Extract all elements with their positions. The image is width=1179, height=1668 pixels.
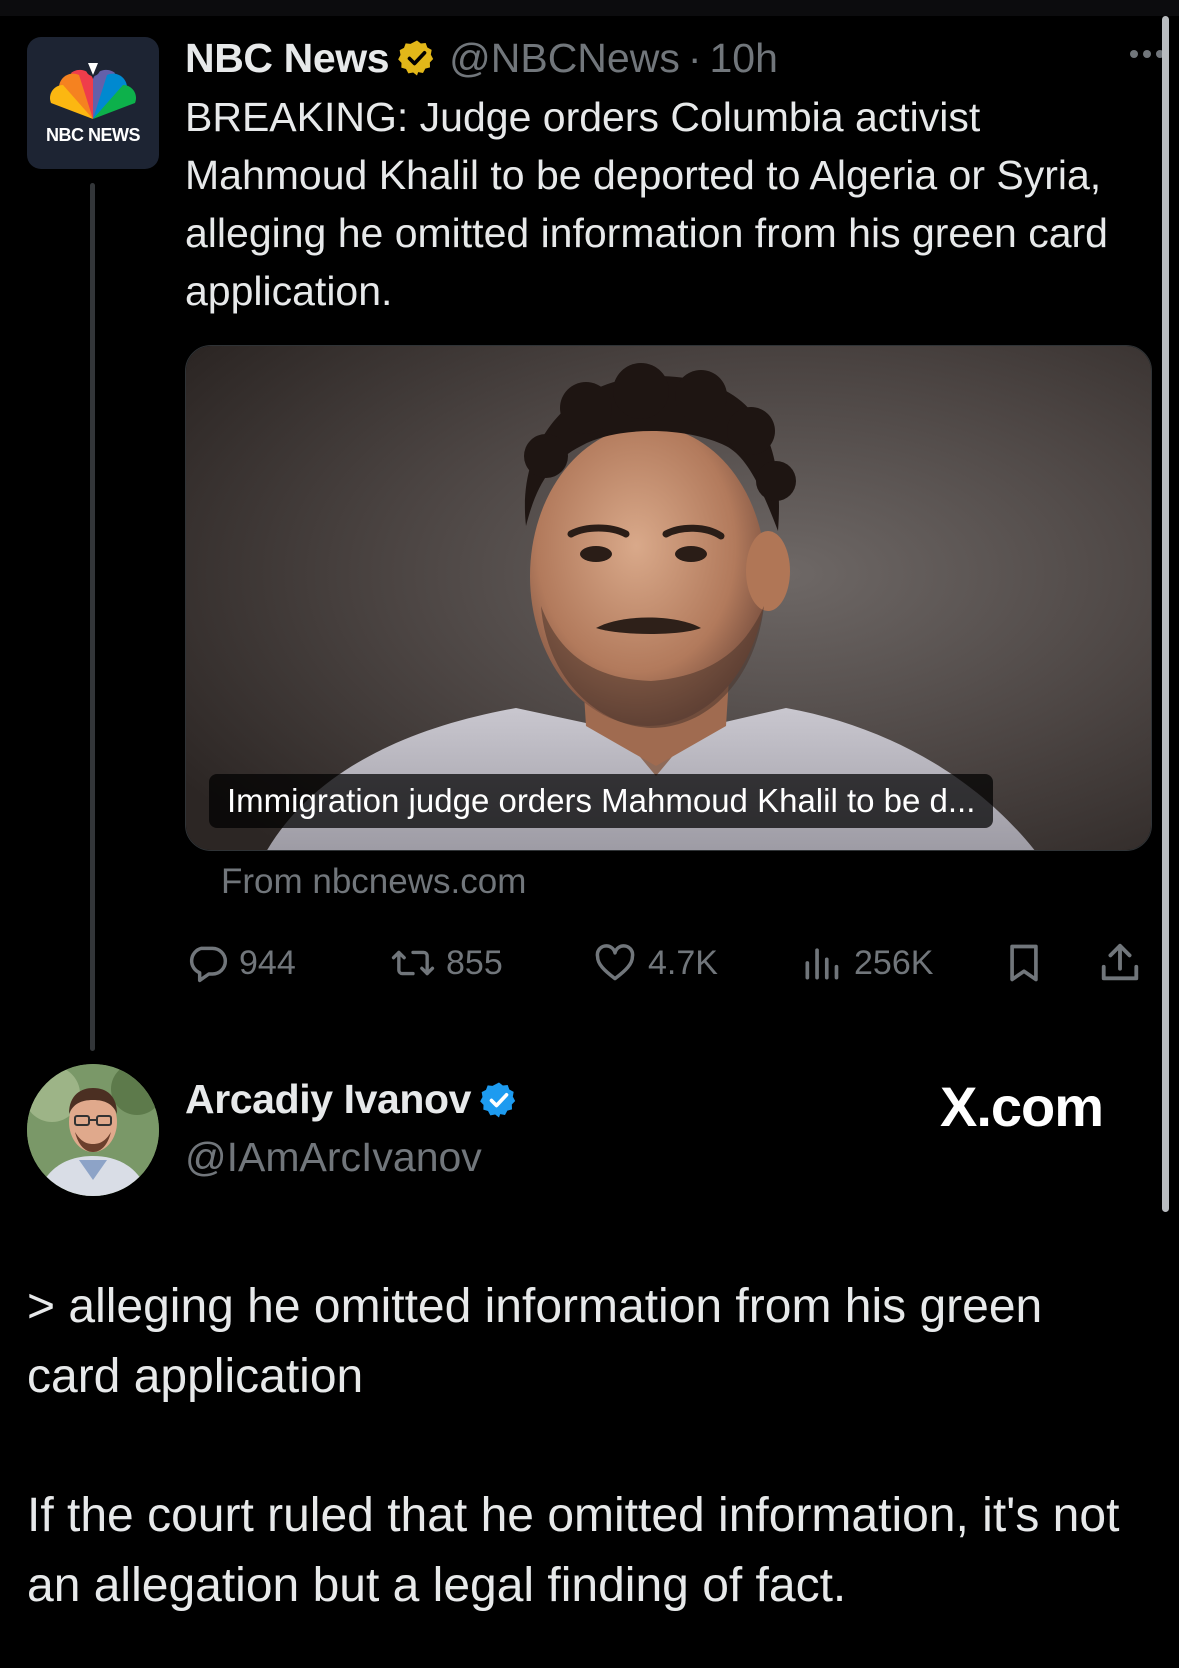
nbc-avatar[interactable]: NBC NEWS [27,37,159,169]
status-strip [0,0,1179,16]
scrollbar[interactable] [1162,16,1169,1212]
repost-count: 855 [446,943,503,982]
tweet-actions: 944 855 4.7K 256K [185,935,1152,991]
repost-icon [391,950,435,976]
reply-header: Arcadiy Ivanov [185,1076,531,1123]
views-button[interactable]: 256K [800,935,933,991]
share-button[interactable] [1097,935,1143,991]
bookmark-icon [1010,944,1038,982]
author-handle[interactable]: @NBCNews [449,35,680,82]
views-count: 256K [854,943,934,982]
profile-photo [27,1064,159,1196]
author-name[interactable]: NBC News [185,35,390,82]
tweet-body: BREAKING: Judge orders Columbia activist… [185,94,1108,314]
arcadiy-avatar[interactable] [27,1064,159,1196]
like-button[interactable]: 4.7K [592,935,718,991]
x-com-label: X.com [940,1075,1104,1138]
card-caption: Immigration judge orders Mahmoud Khalil … [209,774,994,828]
blue-verified-badge-icon [479,1080,519,1120]
reply-count: 944 [239,943,296,982]
dot-separator: · [687,34,702,81]
reply-author-name[interactable]: Arcadiy Ivanov [185,1076,471,1123]
repost-button[interactable]: 855 [390,935,503,991]
heart-icon [595,944,635,981]
reply-button[interactable]: 944 [185,935,296,991]
more-options-icon[interactable] [1130,50,1164,58]
reply-author-handle[interactable]: @IAmArcIvanov [185,1134,482,1181]
gold-verified-badge-icon [397,38,437,78]
avatar-label: NBC NEWS [46,125,141,145]
views-chart-icon [805,948,839,980]
reply-body-paragraph: If the court ruled that he omitted infor… [27,1489,1120,1612]
bookmark-button[interactable] [1002,935,1046,991]
card-source[interactable]: From nbcnews.com [221,862,526,902]
reply-quote-paragraph: > alleging he omitted information from h… [27,1280,1043,1403]
thread-connector [90,183,95,1051]
tweet-header: NBC News @NBCNews · 10h [185,30,778,86]
link-card[interactable]: Immigration judge orders Mahmoud Khalil … [185,345,1152,851]
tweet-time[interactable]: 10h [710,35,778,82]
nbc-peacock-logo [50,62,136,119]
reply-icon [189,946,228,983]
like-count: 4.7K [648,943,718,982]
share-icon [1101,943,1139,981]
